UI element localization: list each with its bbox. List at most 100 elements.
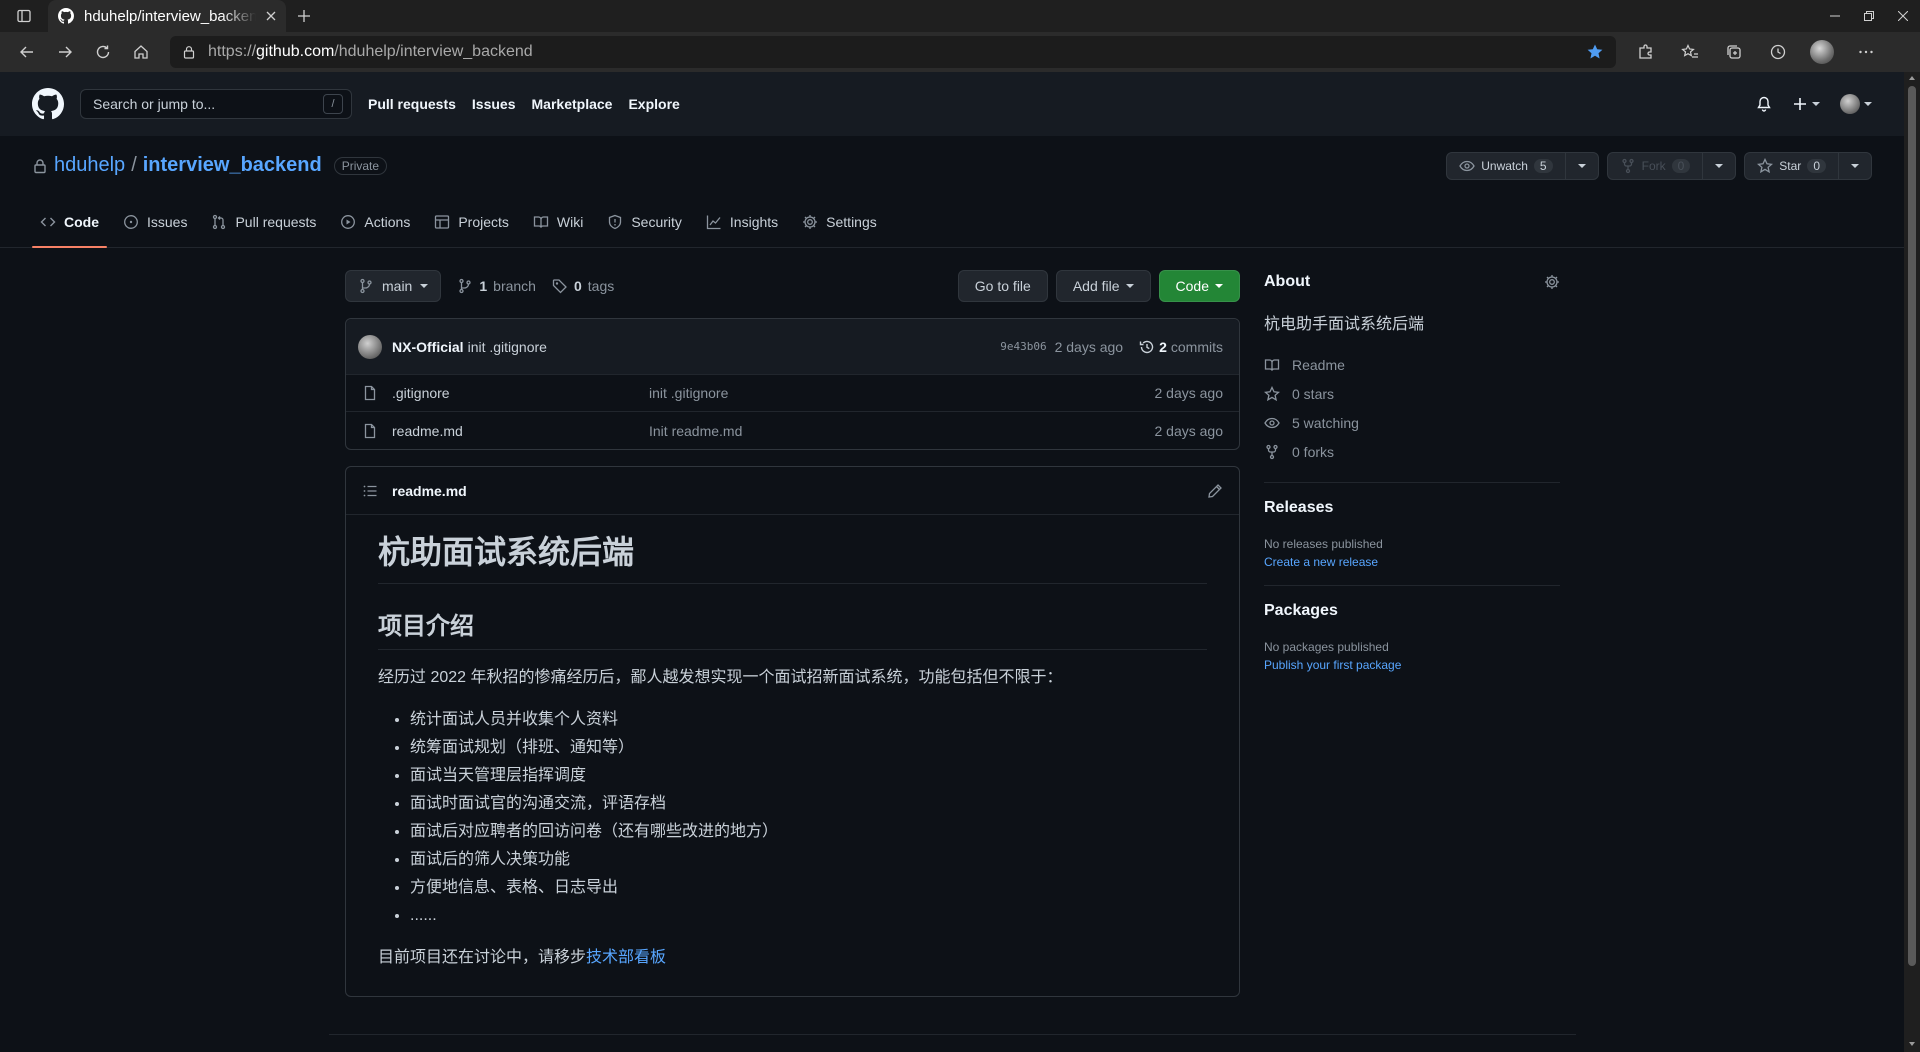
create-release-link[interactable]: Create a new release: [1264, 555, 1560, 569]
home-icon: [134, 45, 148, 59]
collections-button[interactable]: [1714, 34, 1754, 70]
commit-message-link[interactable]: init .gitignore: [468, 339, 547, 355]
scroll-down-arrow-icon[interactable]: [1909, 1042, 1915, 1046]
lock-icon: [34, 158, 46, 173]
star-icon: [1757, 158, 1774, 174]
repo-owner-link[interactable]: hduhelp: [54, 154, 125, 177]
avatar[interactable]: [358, 334, 382, 359]
create-new-button[interactable]: [1792, 96, 1820, 112]
forks-count: 0 forks: [1292, 443, 1335, 460]
file-name-link[interactable]: readme.md: [392, 423, 649, 439]
search-input[interactable]: Search or jump to... /: [80, 89, 352, 119]
add-file-button[interactable]: Add file: [1055, 270, 1151, 302]
star-button[interactable]: Star 0: [1745, 153, 1839, 179]
restore-button[interactable]: [1852, 0, 1886, 32]
close-window-button[interactable]: [1886, 0, 1920, 32]
tab-label: Projects: [458, 214, 509, 230]
file-commit-message-link[interactable]: init .gitignore: [649, 385, 1155, 401]
branch-select-button[interactable]: main: [345, 270, 442, 302]
nav-issues[interactable]: Issues: [472, 96, 516, 112]
tab-insights[interactable]: Insights: [698, 196, 786, 248]
tech-board-link[interactable]: 技术部看板: [586, 949, 666, 966]
file-name-link[interactable]: .gitignore: [392, 385, 649, 401]
tab-settings[interactable]: Settings: [794, 196, 885, 248]
tab-actions-button[interactable]: [0, 0, 48, 32]
issue-icon: [124, 215, 138, 229]
watch-button-group: Unwatch 5: [1446, 152, 1599, 180]
github-logo-icon[interactable]: [32, 88, 64, 120]
commits-history-link[interactable]: 2 commits: [1139, 339, 1223, 355]
nav-pull-requests[interactable]: Pull requests: [368, 96, 456, 112]
branches-link[interactable]: 1 branch: [457, 278, 536, 294]
forward-button[interactable]: [46, 34, 84, 70]
stars-count: 0 stars: [1292, 385, 1335, 402]
divider: [1264, 482, 1560, 483]
tab-issues[interactable]: Issues: [115, 196, 195, 248]
browser-menu-button[interactable]: [1846, 34, 1886, 70]
fork-button[interactable]: Fork 0: [1608, 153, 1704, 179]
publish-package-link[interactable]: Publish your first package: [1264, 658, 1560, 672]
star-dropdown-button[interactable]: [1839, 153, 1871, 179]
commit-sha-link[interactable]: 9e43b06: [1000, 340, 1046, 353]
scroll-up-arrow-icon[interactable]: [1909, 76, 1915, 80]
about-title: About: [1264, 273, 1311, 290]
minimize-button[interactable]: [1818, 0, 1852, 32]
go-to-file-button[interactable]: Go to file: [957, 270, 1048, 302]
page-scrollbar[interactable]: [1904, 72, 1920, 1052]
browser-extension-icons: [1626, 34, 1886, 70]
branch-icon: [360, 278, 372, 294]
back-button[interactable]: [8, 34, 46, 70]
history-button[interactable]: [1758, 34, 1798, 70]
browser-tab-active[interactable]: hduhelp/interview_backend: [48, 0, 286, 32]
home-button[interactable]: [122, 34, 160, 70]
unwatch-button[interactable]: Unwatch 5: [1447, 153, 1566, 179]
visibility-badge: Private: [333, 156, 388, 175]
watch-dropdown-button[interactable]: [1566, 153, 1598, 179]
address-bar[interactable]: https://github.com/hduhelp/interview_bac…: [170, 36, 1616, 68]
tab-actions[interactable]: Actions: [332, 196, 418, 248]
refresh-button[interactable]: [84, 34, 122, 70]
tab-pull-requests[interactable]: Pull requests: [203, 196, 324, 248]
code-button[interactable]: Code: [1158, 270, 1240, 302]
close-tab-icon[interactable]: [266, 11, 276, 21]
fork-dropdown-button[interactable]: [1703, 153, 1735, 179]
tab-security[interactable]: Security: [599, 196, 690, 248]
repo-name-link[interactable]: interview_backend: [143, 154, 322, 177]
user-menu-button[interactable]: [1840, 94, 1872, 114]
tab-label: Pull requests: [235, 214, 317, 230]
stars-link[interactable]: 0 stars: [1264, 379, 1560, 408]
nav-marketplace[interactable]: Marketplace: [532, 96, 613, 112]
table-row[interactable]: readme.md Init readme.md 2 days ago: [346, 412, 1239, 449]
gear-icon[interactable]: [1544, 274, 1560, 290]
favorite-star-icon[interactable]: [1586, 43, 1604, 61]
table-row[interactable]: .gitignore init .gitignore 2 days ago: [346, 375, 1239, 412]
tab-projects[interactable]: Projects: [426, 196, 517, 248]
watchers-link[interactable]: 5 watching: [1264, 408, 1560, 437]
extensions-button[interactable]: [1626, 34, 1666, 70]
forks-link[interactable]: 0 forks: [1264, 437, 1560, 466]
readme-intro: 经历过 2022 年秋招的惨痛经历后，鄙人越发想实现一个面试招新面试系统，功能包…: [378, 669, 1063, 686]
tab-wiki[interactable]: Wiki: [525, 196, 591, 248]
tags-link[interactable]: 0 tags: [552, 278, 614, 294]
new-tab-button[interactable]: [286, 0, 322, 32]
tab-code[interactable]: Code: [32, 196, 107, 248]
pencil-icon: [1208, 483, 1222, 498]
packages-title-link[interactable]: Packages: [1264, 602, 1338, 619]
edit-readme-button[interactable]: [1207, 483, 1223, 499]
profile-button[interactable]: [1802, 34, 1842, 70]
file-commit-message-link[interactable]: Init readme.md: [649, 423, 1155, 439]
global-nav: Pull requests Issues Marketplace Explore: [368, 96, 680, 112]
list-unordered-icon[interactable]: [362, 483, 378, 499]
releases-title-link[interactable]: Releases: [1264, 499, 1333, 516]
lock-icon[interactable]: [182, 45, 196, 59]
file-age: 2 days ago: [1154, 422, 1224, 439]
scrollbar-thumb[interactable]: [1908, 86, 1916, 966]
watch-count: 5: [1533, 159, 1553, 173]
nav-explore[interactable]: Explore: [628, 96, 679, 112]
notifications-button[interactable]: [1756, 96, 1772, 112]
readme-filename-link[interactable]: readme.md: [392, 483, 467, 499]
readme-link[interactable]: Readme: [1264, 350, 1560, 379]
favorites-button[interactable]: [1670, 34, 1710, 70]
commit-author-link[interactable]: NX-Official: [392, 339, 464, 355]
play-icon: [341, 215, 356, 229]
